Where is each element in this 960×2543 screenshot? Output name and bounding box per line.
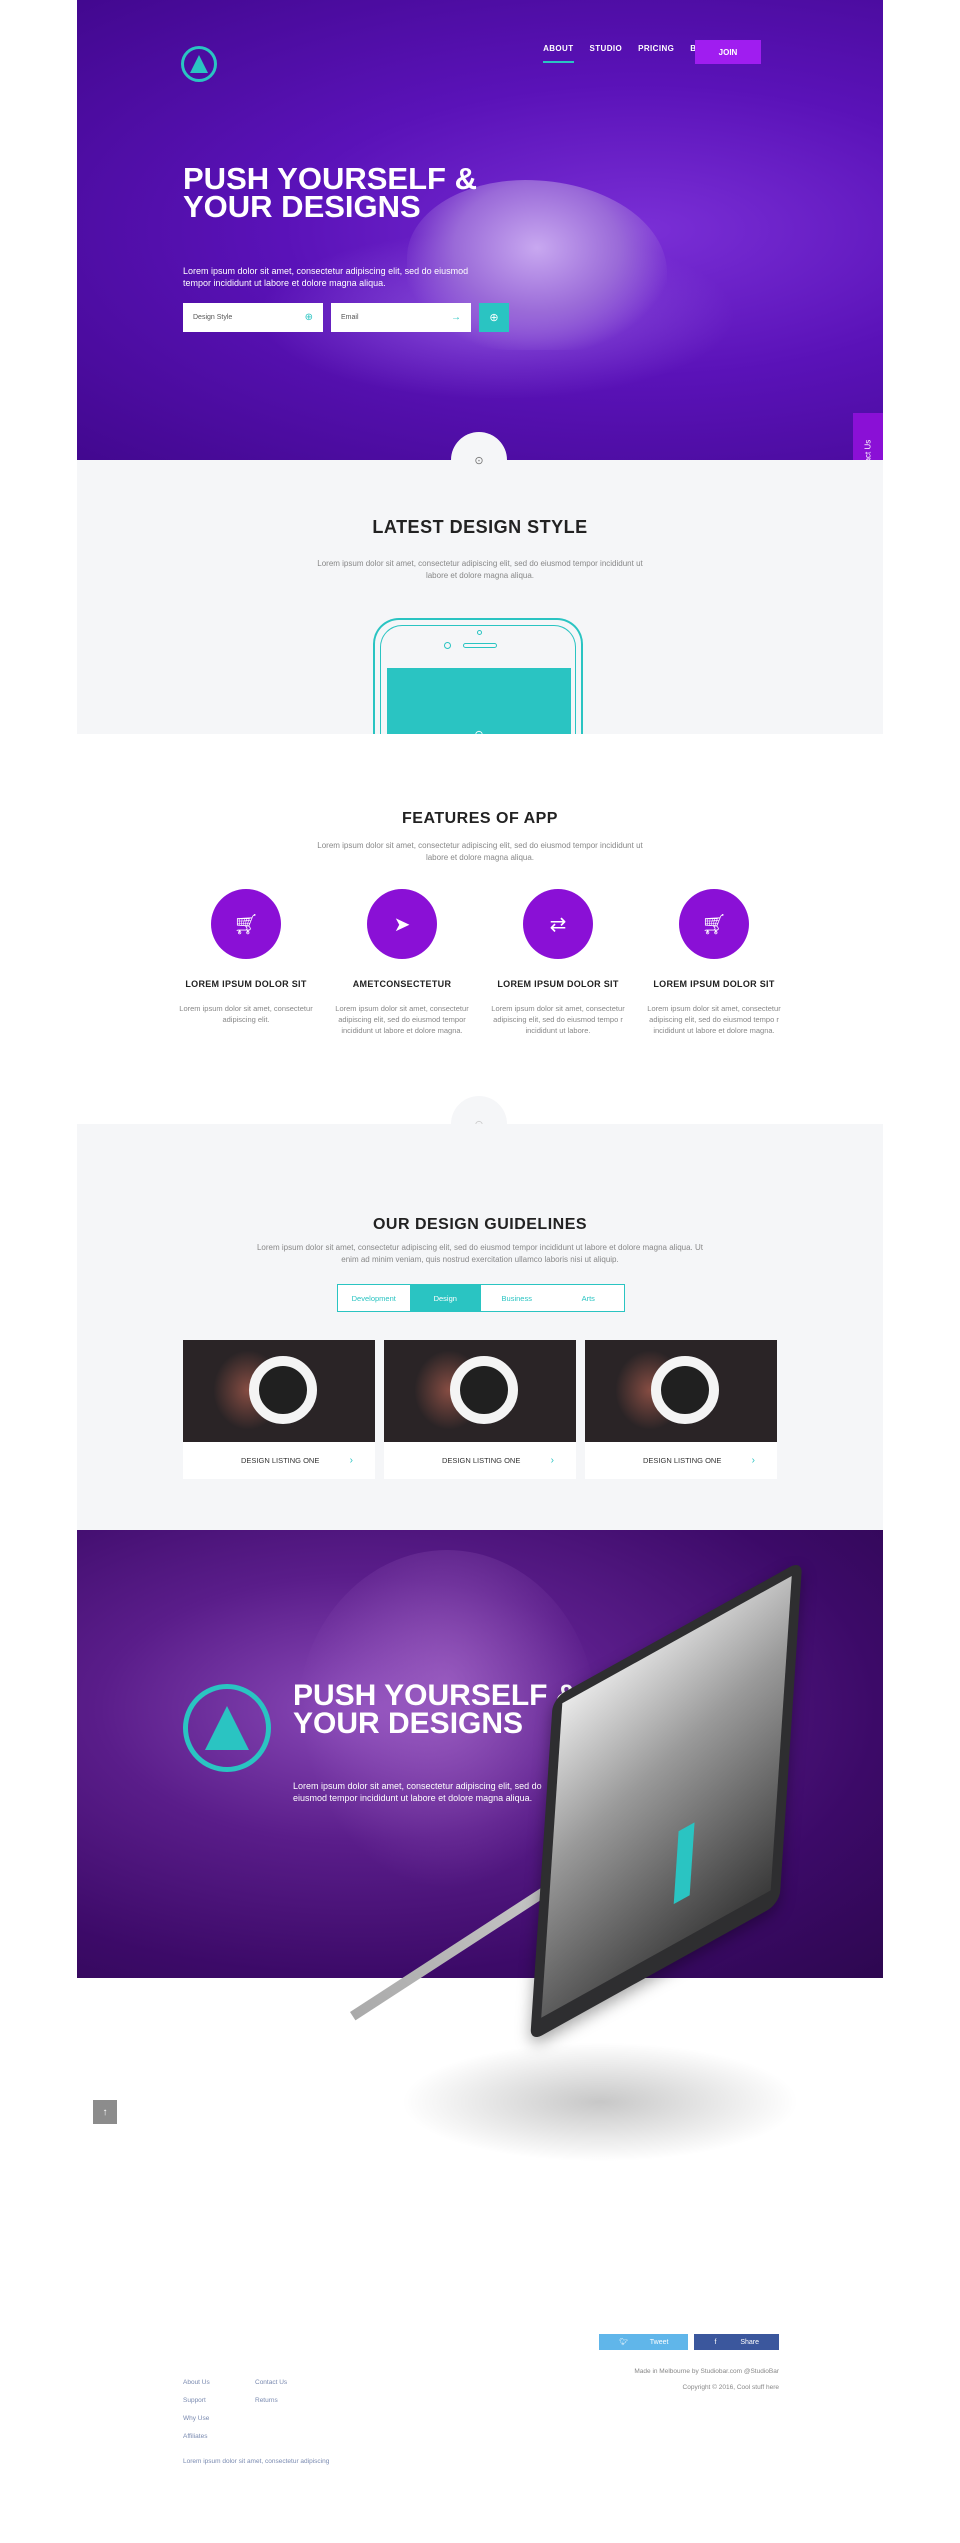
footer-link-support[interactable]: Support bbox=[183, 2392, 210, 2410]
feature-title: LOREM IPSUM DOLOR SIT bbox=[497, 979, 619, 989]
hero-section: ABOUT STUDIO PRICING BLOG JOIN PUSH YOUR… bbox=[77, 0, 883, 460]
feature-item: 🛒︎ LOREM IPSUM DOLOR SIT Lorem ipsum dol… bbox=[645, 889, 783, 1036]
cart-icon: 🛒︎ bbox=[211, 889, 281, 959]
email-field[interactable]: Email → bbox=[331, 303, 471, 332]
guidelines-section: OUR DESIGN GUIDELINES Lorem ipsum dolor … bbox=[77, 1124, 883, 1530]
latest-design-section: LATEST DESIGN STYLE Lorem ipsum dolor si… bbox=[77, 460, 883, 734]
arrow-right-icon: → bbox=[451, 312, 461, 323]
email-placeholder: Email bbox=[341, 314, 359, 321]
features-grid: 🛒︎ LOREM IPSUM DOLOR SIT Lorem ipsum dol… bbox=[177, 889, 783, 1036]
footer-links-col1: About Us Support Why Use Affiliates bbox=[183, 2374, 210, 2446]
footer-link-returns[interactable]: Returns bbox=[255, 2392, 287, 2410]
latest-text: Lorem ipsum dolor sit amet, consectetur … bbox=[317, 559, 643, 580]
share-buttons: 🐦︎ Tweet f Share bbox=[598, 2334, 779, 2350]
features-text: Lorem ipsum dolor sit amet, consectetur … bbox=[317, 841, 643, 862]
plus-circle-icon: ⊕ bbox=[489, 312, 499, 324]
laptop-image bbox=[350, 1560, 820, 2232]
chevron-right-icon[interactable]: › bbox=[551, 1455, 554, 1466]
logo-icon bbox=[183, 1684, 271, 1772]
chevron-circle-icon: ⊕ bbox=[304, 312, 313, 323]
feature-text: Lorem ipsum dolor sit amet, consectetur … bbox=[647, 1004, 781, 1035]
share-label: Share bbox=[740, 2338, 759, 2346]
features-section: FEATURES OF APP Lorem ipsum dolor sit am… bbox=[77, 734, 883, 1124]
footer-tagline: Lorem ipsum dolor sit amet, consectetur … bbox=[183, 2458, 330, 2465]
design-card[interactable]: DESIGN LISTING ONE › bbox=[585, 1340, 777, 1479]
scroll-top-button[interactable]: ↑ bbox=[93, 2100, 117, 2124]
twitter-icon: 🐦︎ bbox=[618, 2339, 630, 2346]
arrow-up-icon: ↑ bbox=[102, 2106, 108, 2118]
paper-plane-icon: ➤ bbox=[367, 889, 437, 959]
nav-studio[interactable]: STUDIO bbox=[590, 44, 623, 53]
guidelines-text: Lorem ipsum dolor sit amet, consectetur … bbox=[256, 1243, 703, 1264]
hero-lead: Lorem ipsum dolor sit amet, consectetur … bbox=[183, 266, 469, 288]
footer-link-affiliates[interactable]: Affiliates bbox=[183, 2428, 210, 2446]
copyright-text: Copyright © 2016, Cool stuff here bbox=[682, 2384, 779, 2391]
feature-title: LOREM IPSUM DOLOR SIT bbox=[653, 979, 775, 989]
feature-item: ⇄ LOREM IPSUM DOLOR SIT Lorem ipsum dolo… bbox=[489, 889, 627, 1036]
facebook-icon: f bbox=[714, 2338, 721, 2346]
hero-title: PUSH YOURSELF & YOUR DESIGNS bbox=[183, 161, 477, 224]
card-image bbox=[585, 1340, 777, 1442]
swap-icon: ⇄ bbox=[523, 889, 593, 959]
feature-item: ➤ AMETCONSECTETUR Lorem ipsum dolor sit … bbox=[333, 889, 471, 1036]
tweet-button[interactable]: 🐦︎ Tweet bbox=[598, 2334, 689, 2350]
submit-button[interactable]: ⊕ bbox=[479, 303, 509, 332]
footer-link-why-use[interactable]: Why Use bbox=[183, 2410, 210, 2428]
card-image bbox=[183, 1340, 375, 1442]
hero-form: Design Style ⊕ Email → ⊕ bbox=[183, 303, 509, 332]
features-title: FEATURES OF APP bbox=[402, 810, 558, 827]
made-in-text: Made in Melbourne by Studiobar.com @Stud… bbox=[634, 2368, 779, 2375]
feature-title: AMETCONSECTETUR bbox=[352, 979, 452, 989]
feature-text: Lorem ipsum dolor sit amet, consectetur … bbox=[335, 1004, 469, 1035]
feature-text: Lorem ipsum dolor sit amet, consectetur … bbox=[179, 1004, 313, 1024]
feature-text: Lorem ipsum dolor sit amet, consectetur … bbox=[491, 1004, 625, 1035]
design-cards: DESIGN LISTING ONE › DESIGN LISTING ONE › … bbox=[183, 1340, 777, 1479]
category-tabs: Development Design Business Arts bbox=[337, 1284, 625, 1312]
nav-about[interactable]: ABOUT bbox=[543, 44, 574, 63]
feature-item: 🛒︎ LOREM IPSUM DOLOR SIT Lorem ipsum dol… bbox=[177, 889, 315, 1036]
design-style-select[interactable]: Design Style ⊕ bbox=[183, 303, 323, 332]
guidelines-title: OUR DESIGN GUIDELINES bbox=[372, 1216, 588, 1233]
design-style-value: Design Style bbox=[193, 314, 233, 321]
logo-icon[interactable] bbox=[181, 46, 217, 82]
latest-title: LATEST DESIGN STYLE bbox=[372, 517, 588, 537]
tab-business[interactable]: Business bbox=[481, 1285, 553, 1311]
design-card[interactable]: DESIGN LISTING ONE › bbox=[183, 1340, 375, 1479]
tab-development[interactable]: Development bbox=[338, 1285, 410, 1311]
design-card[interactable]: DESIGN LISTING ONE › bbox=[384, 1340, 576, 1479]
share-button[interactable]: f Share bbox=[694, 2334, 779, 2350]
tab-design[interactable]: Design bbox=[409, 1285, 481, 1311]
card-title: DESIGN LISTING ONE bbox=[442, 1456, 521, 1465]
cart-icon: 🛒︎ bbox=[679, 889, 749, 959]
main-nav: ABOUT STUDIO PRICING BLOG bbox=[543, 44, 715, 63]
chevron-right-icon[interactable]: › bbox=[752, 1455, 755, 1466]
nav-pricing[interactable]: PRICING bbox=[638, 44, 674, 53]
tab-arts[interactable]: Arts bbox=[553, 1285, 625, 1311]
card-image bbox=[384, 1340, 576, 1442]
chevron-down-icon: ⊙ bbox=[474, 454, 484, 467]
footer-link-contact[interactable]: Contact Us bbox=[255, 2374, 287, 2392]
join-button[interactable]: JOIN bbox=[695, 40, 761, 64]
scroll-down-button[interactable]: ⊙ bbox=[451, 432, 507, 488]
footer-links-col2: Contact Us Returns bbox=[255, 2374, 287, 2410]
feature-title: LOREM IPSUM DOLOR SIT bbox=[185, 979, 307, 989]
card-title: DESIGN LISTING ONE bbox=[643, 1456, 722, 1465]
card-title: DESIGN LISTING ONE bbox=[241, 1456, 320, 1465]
chevron-right-icon[interactable]: › bbox=[350, 1455, 353, 1466]
tweet-label: Tweet bbox=[649, 2338, 669, 2346]
footer: 🐦︎ Tweet f Share Made in Melbourne by St… bbox=[77, 2320, 883, 2543]
footer-link-about[interactable]: About Us bbox=[183, 2374, 210, 2392]
